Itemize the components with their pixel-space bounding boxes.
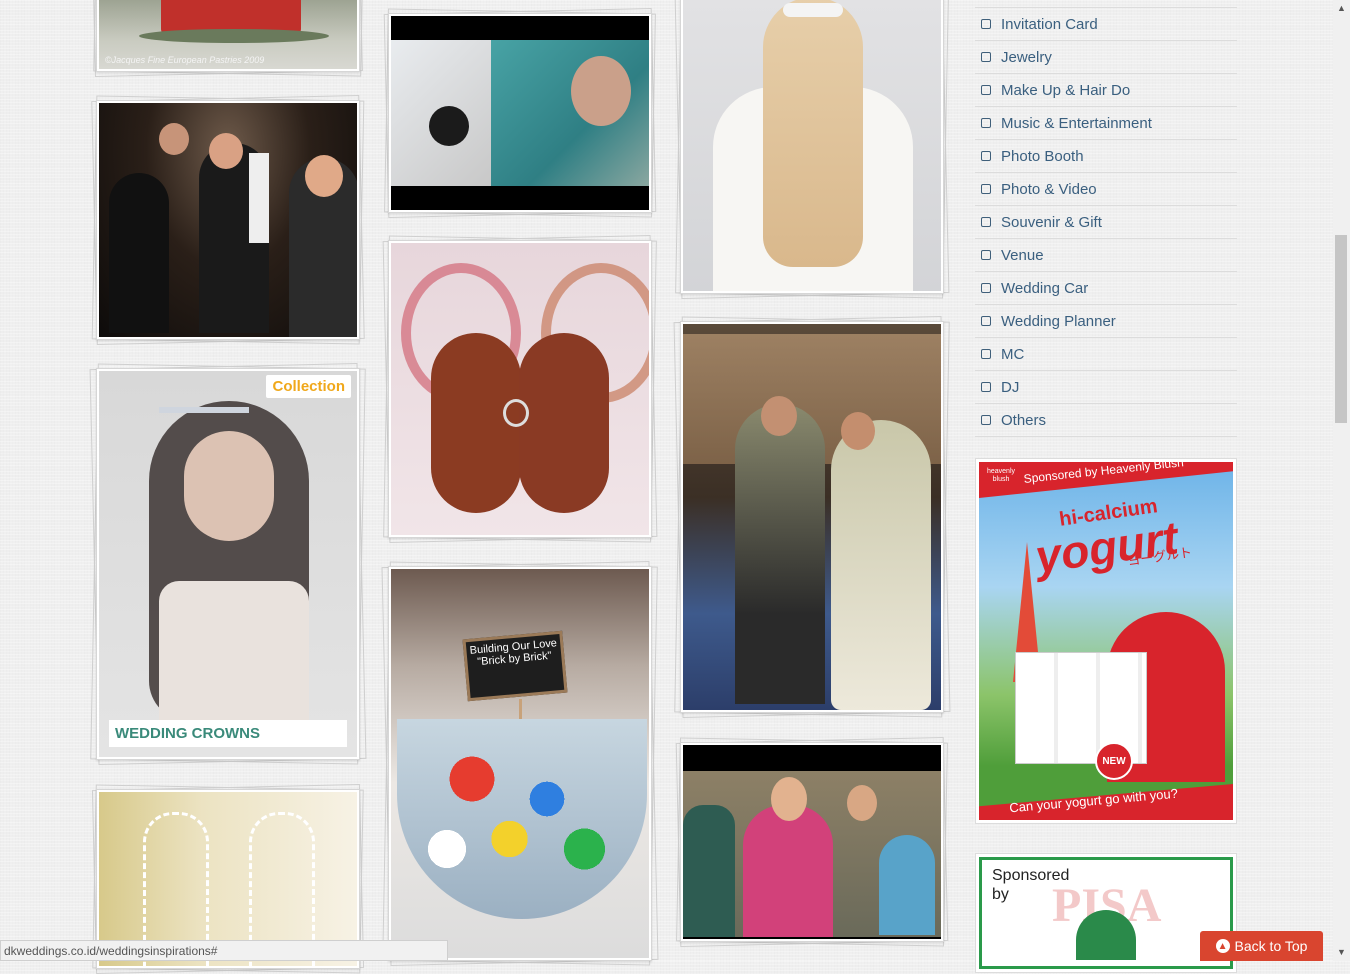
category-others[interactable]: Others [975, 403, 1237, 437]
category-wedding-planner[interactable]: Wedding Planner [975, 304, 1237, 337]
photo-card-lego[interactable]: Building Our Love "Brick by Brick" [388, 566, 652, 961]
back-to-top-button[interactable]: ▲ Back to Top [1200, 931, 1323, 961]
category-wedding-car[interactable]: Wedding Car [975, 271, 1237, 304]
back-to-top-label: Back to Top [1234, 938, 1308, 954]
category-label: Make Up & Hair Do [1001, 81, 1131, 99]
category-mc[interactable]: MC [975, 337, 1237, 370]
cake-watermark: ©Jacques Fine European Pastries 2009 [105, 55, 265, 65]
category-label: Photo & Video [1001, 180, 1097, 198]
chalkboard-sign: Building Our Love "Brick by Brick" [462, 630, 568, 702]
photo-card-henna[interactable] [388, 240, 652, 538]
party-photo[interactable] [99, 103, 357, 337]
category-label: Wedding Car [1001, 279, 1089, 297]
crown-bride-photo[interactable] [99, 371, 357, 757]
category-make-up-hair-do[interactable]: Make Up & Hair Do [975, 73, 1237, 106]
checkbox-icon[interactable] [981, 316, 991, 326]
checkbox-icon[interactable] [981, 151, 991, 161]
scrollbar-thumb[interactable] [1335, 235, 1347, 423]
checkbox-icon[interactable] [981, 217, 991, 227]
category-souvenir-gift[interactable]: Souvenir & Gift [975, 205, 1237, 238]
heavenly-blush-ad[interactable]: heavenly blush Sponsored by Heavenly Blu… [975, 458, 1237, 824]
category-label: Souvenir & Gift [1001, 213, 1102, 231]
category-label: Invitation Card [1001, 15, 1098, 33]
browser-status-bar: dkweddings.co.id/weddingsinspirations# [0, 940, 448, 961]
category-filter-list: Invitation Card Jewelry Make Up & Hair D… [975, 7, 1237, 437]
cake-photo[interactable]: ©Jacques Fine European Pastries 2009 [99, 0, 357, 69]
category-music-entertainment[interactable]: Music & Entertainment [975, 106, 1237, 139]
collection-card-crowns[interactable]: Collection WEDDING CROWNS [96, 368, 360, 760]
haircut-video[interactable] [391, 16, 649, 210]
category-invitation-card[interactable]: Invitation Card [975, 7, 1237, 40]
checkbox-icon[interactable] [981, 85, 991, 95]
video-card-crowd[interactable] [680, 742, 944, 942]
video-card-haircut[interactable] [388, 13, 652, 213]
category-photo-video[interactable]: Photo & Video [975, 172, 1237, 205]
category-jewelry[interactable]: Jewelry [975, 40, 1237, 73]
crown-tiara [159, 379, 249, 413]
checkbox-icon[interactable] [981, 184, 991, 194]
collection-title[interactable]: WEDDING CROWNS [109, 720, 347, 747]
henna-hands-photo[interactable] [391, 243, 649, 535]
arrow-up-circle-icon: ▲ [1215, 939, 1230, 953]
photo-card-party[interactable] [96, 100, 360, 340]
category-dj[interactable]: DJ [975, 370, 1237, 403]
checkbox-icon[interactable] [981, 19, 991, 29]
crowd-video[interactable] [683, 745, 941, 939]
photo-card-braid[interactable] [680, 0, 944, 294]
heavenly-blush-logo: heavenly blush [986, 468, 1016, 483]
checkbox-icon[interactable] [981, 382, 991, 392]
category-label: Jewelry [1001, 48, 1052, 66]
photo-card-cake[interactable]: ©Jacques Fine European Pastries 2009 [96, 0, 360, 72]
category-photo-booth[interactable]: Photo Booth [975, 139, 1237, 172]
status-url: dkweddings.co.id/weddingsinspirations# [4, 944, 218, 958]
pisa-ad[interactable]: Sponsored by PISA [975, 853, 1237, 973]
category-label: Venue [1001, 246, 1044, 264]
page-scrollbar[interactable]: ▲ ▼ [1333, 0, 1350, 961]
category-label: DJ [1001, 378, 1020, 396]
category-label: Others [1001, 411, 1047, 429]
category-label: Photo Booth [1001, 147, 1084, 165]
scroll-down-arrow-icon[interactable]: ▼ [1337, 947, 1346, 957]
braided-bride-photo[interactable] [683, 0, 941, 291]
category-label: Wedding Planner [1001, 312, 1116, 330]
money-dance-photo[interactable] [683, 324, 941, 710]
checkbox-icon[interactable] [981, 415, 991, 425]
yogurt-ad-banner[interactable]: heavenly blush Sponsored by Heavenly Blu… [979, 462, 1233, 820]
ring [503, 399, 529, 427]
photo-card-money-dance[interactable] [680, 321, 944, 713]
checkbox-icon[interactable] [981, 118, 991, 128]
lego-bowl-photo[interactable]: Building Our Love "Brick by Brick" [391, 569, 649, 958]
collection-badge: Collection [266, 375, 351, 398]
category-label: MC [1001, 345, 1025, 363]
checkbox-icon[interactable] [981, 283, 991, 293]
category-label: Music & Entertainment [1001, 114, 1152, 132]
category-venue[interactable]: Venue [975, 238, 1237, 271]
scroll-up-arrow-icon[interactable]: ▲ [1337, 3, 1346, 13]
checkbox-icon[interactable] [981, 349, 991, 359]
checkbox-icon[interactable] [981, 52, 991, 62]
checkbox-icon[interactable] [981, 250, 991, 260]
new-badge: NEW [1095, 742, 1133, 780]
pisa-ad-banner[interactable]: Sponsored by PISA [979, 857, 1233, 969]
